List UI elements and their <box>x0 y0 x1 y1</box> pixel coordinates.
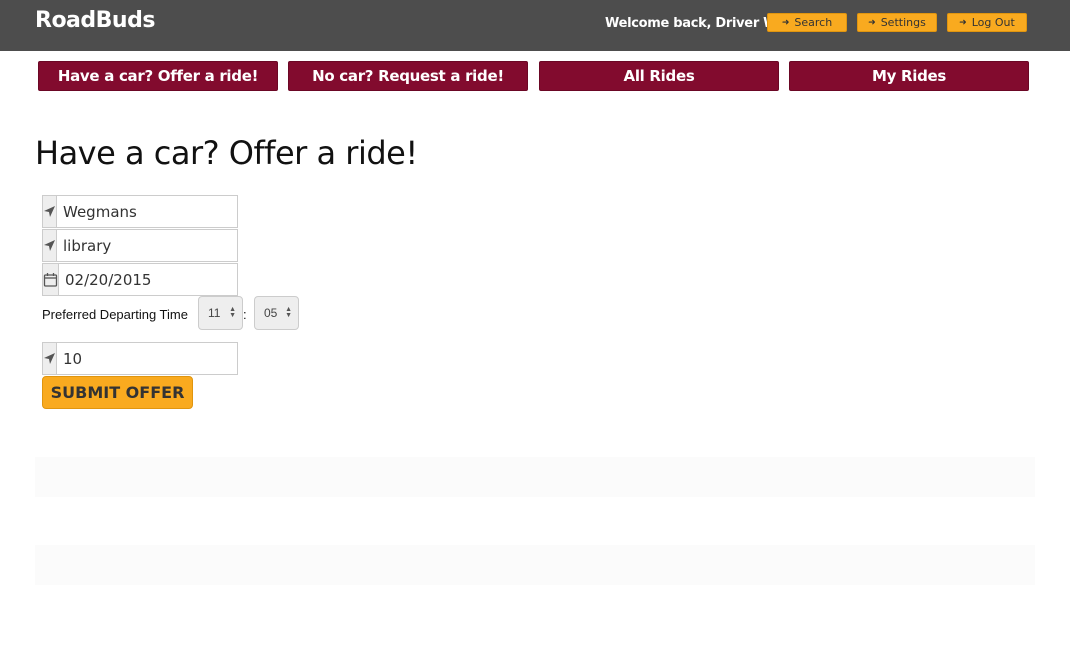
hour-value: 11 <box>208 306 221 320</box>
select-arrows-icon: ▲ ▼ <box>285 306 292 319</box>
seats-input[interactable] <box>57 343 257 374</box>
nav-request-ride[interactable]: No car? Request a ride! <box>288 61 528 91</box>
search-button[interactable]: ➜ Search <box>767 13 847 32</box>
search-button-label: Search <box>794 16 833 29</box>
departing-time-label: Preferred Departing Time <box>42 307 188 322</box>
destination-field <box>42 229 257 262</box>
destination-input[interactable] <box>57 230 257 261</box>
location-arrow-icon <box>43 230 57 261</box>
brand-logo[interactable]: RoadBuds <box>35 8 155 33</box>
settings-button-label: Settings <box>880 16 926 29</box>
logout-button[interactable]: ➜ Log Out <box>947 13 1027 32</box>
seats-field <box>42 342 257 375</box>
select-arrows-icon: ▲ ▼ <box>229 306 236 319</box>
calendar-icon <box>43 264 59 295</box>
location-arrow-icon <box>43 343 57 374</box>
nav-all-rides[interactable]: All Rides <box>539 61 779 91</box>
settings-button[interactable]: ➜ Settings <box>857 13 937 32</box>
nav-my-rides[interactable]: My Rides <box>789 61 1029 91</box>
submit-offer-button[interactable]: SUBMIT OFFER <box>42 376 193 409</box>
minute-select[interactable]: 05 ▲ ▼ <box>254 296 299 330</box>
logout-button-label: Log Out <box>971 16 1015 29</box>
origin-input[interactable] <box>57 196 257 227</box>
date-input[interactable] <box>59 264 259 295</box>
location-arrow-icon <box>43 196 57 227</box>
sign-in-icon: ➜ <box>781 17 790 28</box>
empty-row <box>35 545 1035 585</box>
date-field <box>42 263 259 296</box>
minute-value: 05 <box>264 306 278 320</box>
hour-select[interactable]: 11 ▲ ▼ <box>198 296 243 330</box>
time-separator: : <box>243 307 247 322</box>
origin-field <box>42 195 257 228</box>
top-bar: RoadBuds Welcome back, Driver Woo! ➜ Sea… <box>0 0 1070 51</box>
page-title: Have a car? Offer a ride! <box>35 134 418 172</box>
sign-in-icon: ➜ <box>959 17 967 28</box>
nav-offer-ride[interactable]: Have a car? Offer a ride! <box>38 61 278 91</box>
empty-row <box>35 457 1035 497</box>
sign-in-icon: ➜ <box>868 17 876 28</box>
